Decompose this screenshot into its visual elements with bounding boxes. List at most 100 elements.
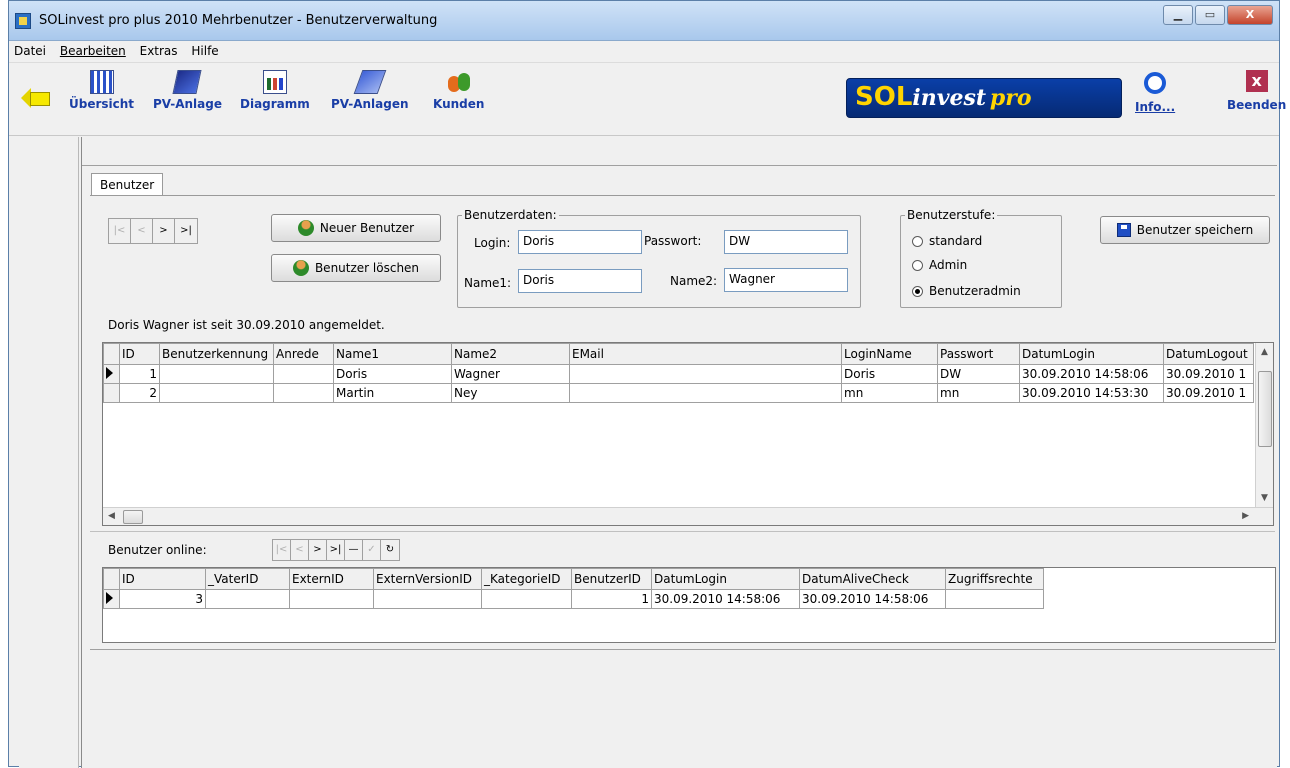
col-header[interactable]: ExternVersionID xyxy=(373,568,482,590)
pv-anlage-button[interactable]: PV-Anlage xyxy=(153,70,222,111)
quit-button[interactable]: x Beenden xyxy=(1227,70,1286,112)
col-header[interactable]: Name2 xyxy=(451,343,570,365)
cell-datumlogin[interactable]: 30.09.2010 14:53:30 xyxy=(1019,383,1164,403)
cell-kategorieid[interactable] xyxy=(481,589,572,609)
col-header[interactable]: _VaterID xyxy=(205,568,290,590)
cell-datumlogout[interactable]: 30.09.2010 1 xyxy=(1163,383,1254,403)
vertical-scrollbar[interactable]: ▲ ▼ xyxy=(1255,343,1273,525)
name2-field[interactable]: Wagner xyxy=(724,268,848,292)
online-nav-last-button[interactable]: >| xyxy=(327,540,345,560)
table-row[interactable]: 1 Doris Wagner Doris DW 30.09.2010 14:58… xyxy=(103,364,1254,384)
col-header[interactable]: LoginName xyxy=(841,343,938,365)
cell-benutzerid[interactable]: 1 xyxy=(571,589,652,609)
kunden-button[interactable]: Kunden xyxy=(433,70,484,111)
col-header[interactable]: Benutzerkennung xyxy=(159,343,274,365)
delete-user-button[interactable]: Benutzer löschen xyxy=(271,254,441,282)
col-header[interactable]: Anrede xyxy=(273,343,334,365)
overview-button[interactable]: Übersicht xyxy=(69,70,134,111)
cell-vaterid[interactable] xyxy=(205,589,290,609)
cell-datumlogin[interactable]: 30.09.2010 14:58:06 xyxy=(1019,364,1164,384)
cell-name1[interactable]: Doris xyxy=(333,364,452,384)
col-header[interactable]: Name1 xyxy=(333,343,452,365)
cell-id[interactable]: 2 xyxy=(119,383,160,403)
col-header[interactable]: ID xyxy=(119,568,206,590)
info-button[interactable]: Info... xyxy=(1135,72,1175,114)
new-user-button[interactable]: Neuer Benutzer xyxy=(271,214,441,242)
radio-standard[interactable]: standard xyxy=(912,234,982,248)
cell-passwort[interactable]: DW xyxy=(937,364,1020,384)
table-row[interactable]: 2 Martin Ney mn mn 30.09.2010 14:53:30 3… xyxy=(103,383,1254,403)
nav-next-button[interactable]: > xyxy=(153,219,175,243)
tab-benutzer[interactable]: Benutzer xyxy=(91,173,164,196)
horizontal-scrollbar[interactable]: ◀ ▶ xyxy=(103,507,1273,525)
menu-hilfe[interactable]: Hilfe xyxy=(186,41,223,61)
nav-last-button[interactable]: >| xyxy=(175,219,197,243)
diagramm-button[interactable]: Diagramm xyxy=(240,70,310,111)
online-nav-refresh-button[interactable]: ↻ xyxy=(381,540,399,560)
title-bar[interactable]: SOLinvest pro plus 2010 Mehrbenutzer - B… xyxy=(9,1,1279,41)
minimize-button[interactable]: ▁ xyxy=(1163,5,1193,25)
pv-anlagen-button[interactable]: PV-Anlagen xyxy=(331,70,409,111)
name1-field[interactable]: Doris xyxy=(518,269,642,293)
radio-admin[interactable]: Admin xyxy=(912,258,967,272)
col-header[interactable]: ExternID xyxy=(289,568,374,590)
col-header[interactable]: DatumLogout xyxy=(1163,343,1254,365)
online-nav-first-button[interactable]: |< xyxy=(273,540,291,560)
cell-name2[interactable]: Wagner xyxy=(451,364,570,384)
login-field[interactable]: Doris xyxy=(518,230,642,254)
table-row[interactable]: 3 1 30.09.2010 14:58:06 30.09.2010 14:58… xyxy=(103,589,1044,609)
col-header[interactable]: ID xyxy=(119,343,160,365)
cell-externversionid[interactable] xyxy=(373,589,482,609)
horizontal-scroll-thumb[interactable] xyxy=(123,510,143,524)
menu-datei[interactable]: Datei xyxy=(9,41,51,61)
cell-email[interactable] xyxy=(569,364,842,384)
cell-datumlogout[interactable]: 30.09.2010 1 xyxy=(1163,364,1254,384)
vertical-scroll-thumb[interactable] xyxy=(1258,371,1272,447)
cell-id[interactable]: 1 xyxy=(119,364,160,384)
cell-loginname[interactable]: Doris xyxy=(841,364,938,384)
cell-anrede[interactable] xyxy=(273,383,334,403)
radio-benutzeradmin[interactable]: Benutzeradmin xyxy=(912,284,1021,298)
cell-zugriffsrechte[interactable] xyxy=(945,589,1044,609)
menu-bearbeiten[interactable]: Bearbeiten xyxy=(55,41,131,61)
col-header[interactable]: Passwort xyxy=(937,343,1020,365)
scroll-right-icon[interactable]: ▶ xyxy=(1242,511,1249,521)
cell-id[interactable]: 3 xyxy=(119,589,206,609)
cell-anrede[interactable] xyxy=(273,364,334,384)
cell-benutzerkennung[interactable] xyxy=(159,383,274,403)
online-nav-post-button[interactable]: ✓ xyxy=(363,540,381,560)
nav-prev-button[interactable]: < xyxy=(131,219,153,243)
online-nav-delete-button[interactable]: — xyxy=(345,540,363,560)
app-icon[interactable] xyxy=(15,13,31,29)
scroll-up-icon[interactable]: ▲ xyxy=(1261,347,1268,357)
password-field[interactable]: DW xyxy=(724,230,848,254)
cell-name2[interactable]: Ney xyxy=(451,383,570,403)
cell-datumalivecheck[interactable]: 30.09.2010 14:58:06 xyxy=(799,589,946,609)
close-button[interactable]: X xyxy=(1227,5,1273,25)
col-header[interactable]: DatumLogin xyxy=(1019,343,1164,365)
cell-externid[interactable] xyxy=(289,589,374,609)
col-header[interactable]: EMail xyxy=(569,343,842,365)
online-users-grid[interactable]: ID _VaterID ExternID ExternVersionID _Ka… xyxy=(102,567,1276,643)
back-arrow-icon[interactable] xyxy=(21,84,51,112)
cell-email[interactable] xyxy=(569,383,842,403)
cell-name1[interactable]: Martin xyxy=(333,383,452,403)
online-nav-prev-button[interactable]: < xyxy=(291,540,309,560)
cell-datumlogin[interactable]: 30.09.2010 14:58:06 xyxy=(651,589,800,609)
cell-benutzerkennung[interactable] xyxy=(159,364,274,384)
col-header[interactable]: BenutzerID xyxy=(571,568,652,590)
users-grid[interactable]: ID Benutzerkennung Anrede Name1 Name2 EM… xyxy=(102,342,1274,526)
scroll-down-icon[interactable]: ▼ xyxy=(1261,493,1268,503)
cell-loginname[interactable]: mn xyxy=(841,383,938,403)
nav-first-button[interactable]: |< xyxy=(109,219,131,243)
menu-extras[interactable]: Extras xyxy=(135,41,183,61)
scroll-left-icon[interactable]: ◀ xyxy=(108,511,115,521)
online-nav-next-button[interactable]: > xyxy=(309,540,327,560)
cell-passwort[interactable]: mn xyxy=(937,383,1020,403)
maximize-button[interactable]: ▭ xyxy=(1195,5,1225,25)
col-header[interactable]: DatumAliveCheck xyxy=(799,568,946,590)
col-header[interactable]: DatumLogin xyxy=(651,568,800,590)
col-header[interactable]: Zugriffsrechte xyxy=(945,568,1044,590)
save-user-button[interactable]: Benutzer speichern xyxy=(1100,216,1270,244)
col-header[interactable]: _KategorieID xyxy=(481,568,572,590)
